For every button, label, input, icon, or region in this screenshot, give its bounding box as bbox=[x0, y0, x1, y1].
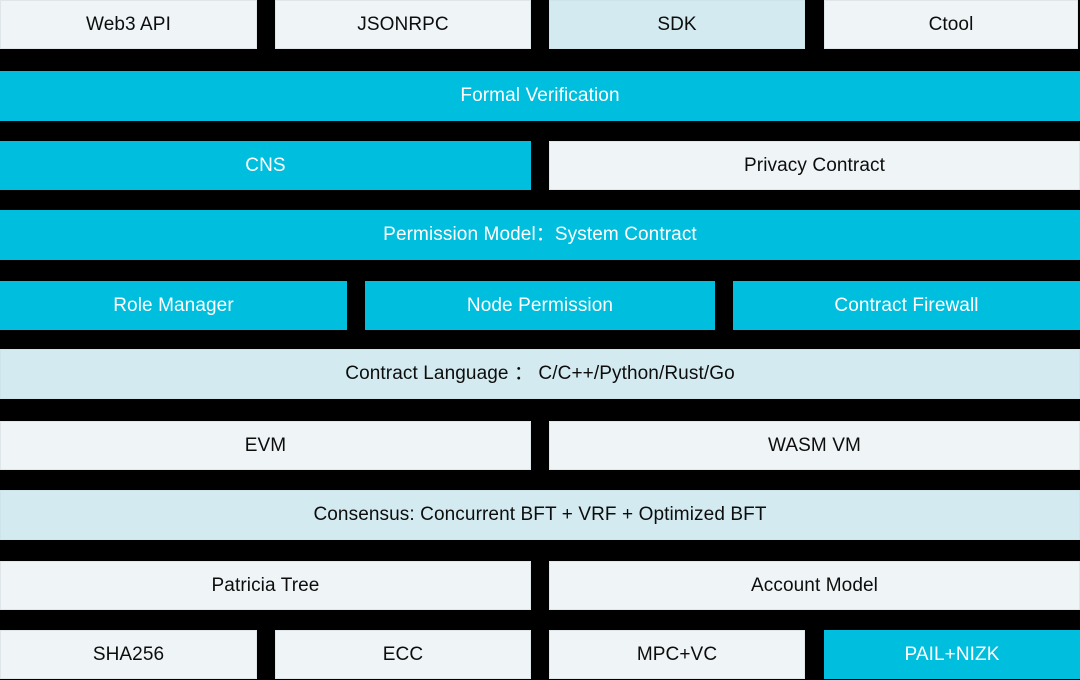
box-web3-api[interactable]: Web3 API bbox=[0, 0, 257, 49]
gap bbox=[257, 0, 275, 49]
box-sha256[interactable]: SHA256 bbox=[0, 630, 257, 679]
box-pail-nizk[interactable]: PAIL+NIZK bbox=[824, 630, 1080, 679]
box-account-model[interactable]: Account Model bbox=[549, 561, 1080, 610]
gap bbox=[805, 0, 824, 49]
architecture-diagram: Web3 API JSONRPC SDK Ctool Formal Verifi… bbox=[0, 0, 1080, 680]
box-ctool[interactable]: Ctool bbox=[824, 0, 1078, 49]
box-label: Formal Verification bbox=[460, 85, 620, 107]
box-label: PAIL+NIZK bbox=[904, 643, 1000, 665]
box-wasm-vm[interactable]: WASM VM bbox=[549, 421, 1080, 470]
gap bbox=[805, 630, 824, 679]
gap bbox=[257, 630, 275, 679]
box-label: Contract Firewall bbox=[834, 294, 979, 316]
box-label: Web3 API bbox=[86, 13, 171, 35]
box-label: EVM bbox=[244, 434, 287, 456]
box-label: MPC+VC bbox=[636, 643, 718, 665]
box-label: JSONRPC bbox=[357, 13, 449, 35]
gap bbox=[531, 0, 549, 49]
box-node-permission[interactable]: Node Permission bbox=[365, 281, 715, 330]
box-label: WASM VM bbox=[768, 434, 861, 456]
box-contract-firewall[interactable]: Contract Firewall bbox=[733, 281, 1080, 330]
box-label: Privacy Contract bbox=[744, 154, 885, 176]
layer-storage-model: Patricia Tree Account Model bbox=[0, 561, 1080, 610]
box-label: SHA256 bbox=[92, 643, 165, 665]
box-label: Contract Language ： C/C++/Python/Rust/Go bbox=[345, 363, 735, 385]
gap bbox=[347, 281, 365, 330]
gap bbox=[531, 421, 549, 470]
box-label: Account Model bbox=[751, 574, 878, 596]
gap bbox=[531, 561, 549, 610]
box-mpc-vc[interactable]: MPC+VC bbox=[549, 630, 805, 679]
layer-consensus: Consensus: Concurrent BFT + VRF + Optimi… bbox=[0, 490, 1080, 540]
box-label: ECC bbox=[382, 643, 424, 665]
layer-permission-model: Permission Model：System Contract bbox=[0, 210, 1080, 260]
layer-interface: Web3 API JSONRPC SDK Ctool bbox=[0, 0, 1080, 49]
layer-contract-language: Contract Language ： C/C++/Python/Rust/Go bbox=[0, 349, 1080, 399]
gap bbox=[531, 630, 549, 679]
box-patricia-tree[interactable]: Patricia Tree bbox=[0, 561, 531, 610]
layer-cryptography: SHA256 ECC MPC+VC PAIL+NIZK bbox=[0, 630, 1080, 679]
box-label: Role Manager bbox=[113, 294, 234, 316]
layer-virtual-machine: EVM WASM VM bbox=[0, 421, 1080, 470]
box-evm[interactable]: EVM bbox=[0, 421, 531, 470]
box-label: Consensus: Concurrent BFT + VRF + Optimi… bbox=[313, 504, 767, 526]
box-formal-verification[interactable]: Formal Verification bbox=[0, 71, 1080, 121]
box-label: Node Permission bbox=[466, 294, 614, 316]
box-label: Ctool bbox=[928, 13, 974, 35]
box-consensus[interactable]: Consensus: Concurrent BFT + VRF + Optimi… bbox=[0, 490, 1080, 540]
layer-permission-components: Role Manager Node Permission Contract Fi… bbox=[0, 281, 1080, 330]
box-label: SDK bbox=[657, 13, 697, 35]
box-ecc[interactable]: ECC bbox=[275, 630, 531, 679]
box-contract-language[interactable]: Contract Language ： C/C++/Python/Rust/Go bbox=[0, 349, 1080, 399]
gap bbox=[715, 281, 733, 330]
box-role-manager[interactable]: Role Manager bbox=[0, 281, 347, 330]
box-jsonrpc[interactable]: JSONRPC bbox=[275, 0, 531, 49]
layer-formal-verification: Formal Verification bbox=[0, 71, 1080, 121]
box-cns[interactable]: CNS bbox=[0, 141, 531, 190]
box-sdk[interactable]: SDK bbox=[549, 0, 805, 49]
box-label: Patricia Tree bbox=[211, 574, 320, 596]
box-label: Permission Model：System Contract bbox=[383, 224, 697, 246]
box-label: CNS bbox=[245, 154, 286, 176]
layer-contract-services: CNS Privacy Contract bbox=[0, 141, 1080, 190]
gap bbox=[531, 141, 549, 190]
box-privacy-contract[interactable]: Privacy Contract bbox=[549, 141, 1080, 190]
box-permission-model[interactable]: Permission Model：System Contract bbox=[0, 210, 1080, 260]
